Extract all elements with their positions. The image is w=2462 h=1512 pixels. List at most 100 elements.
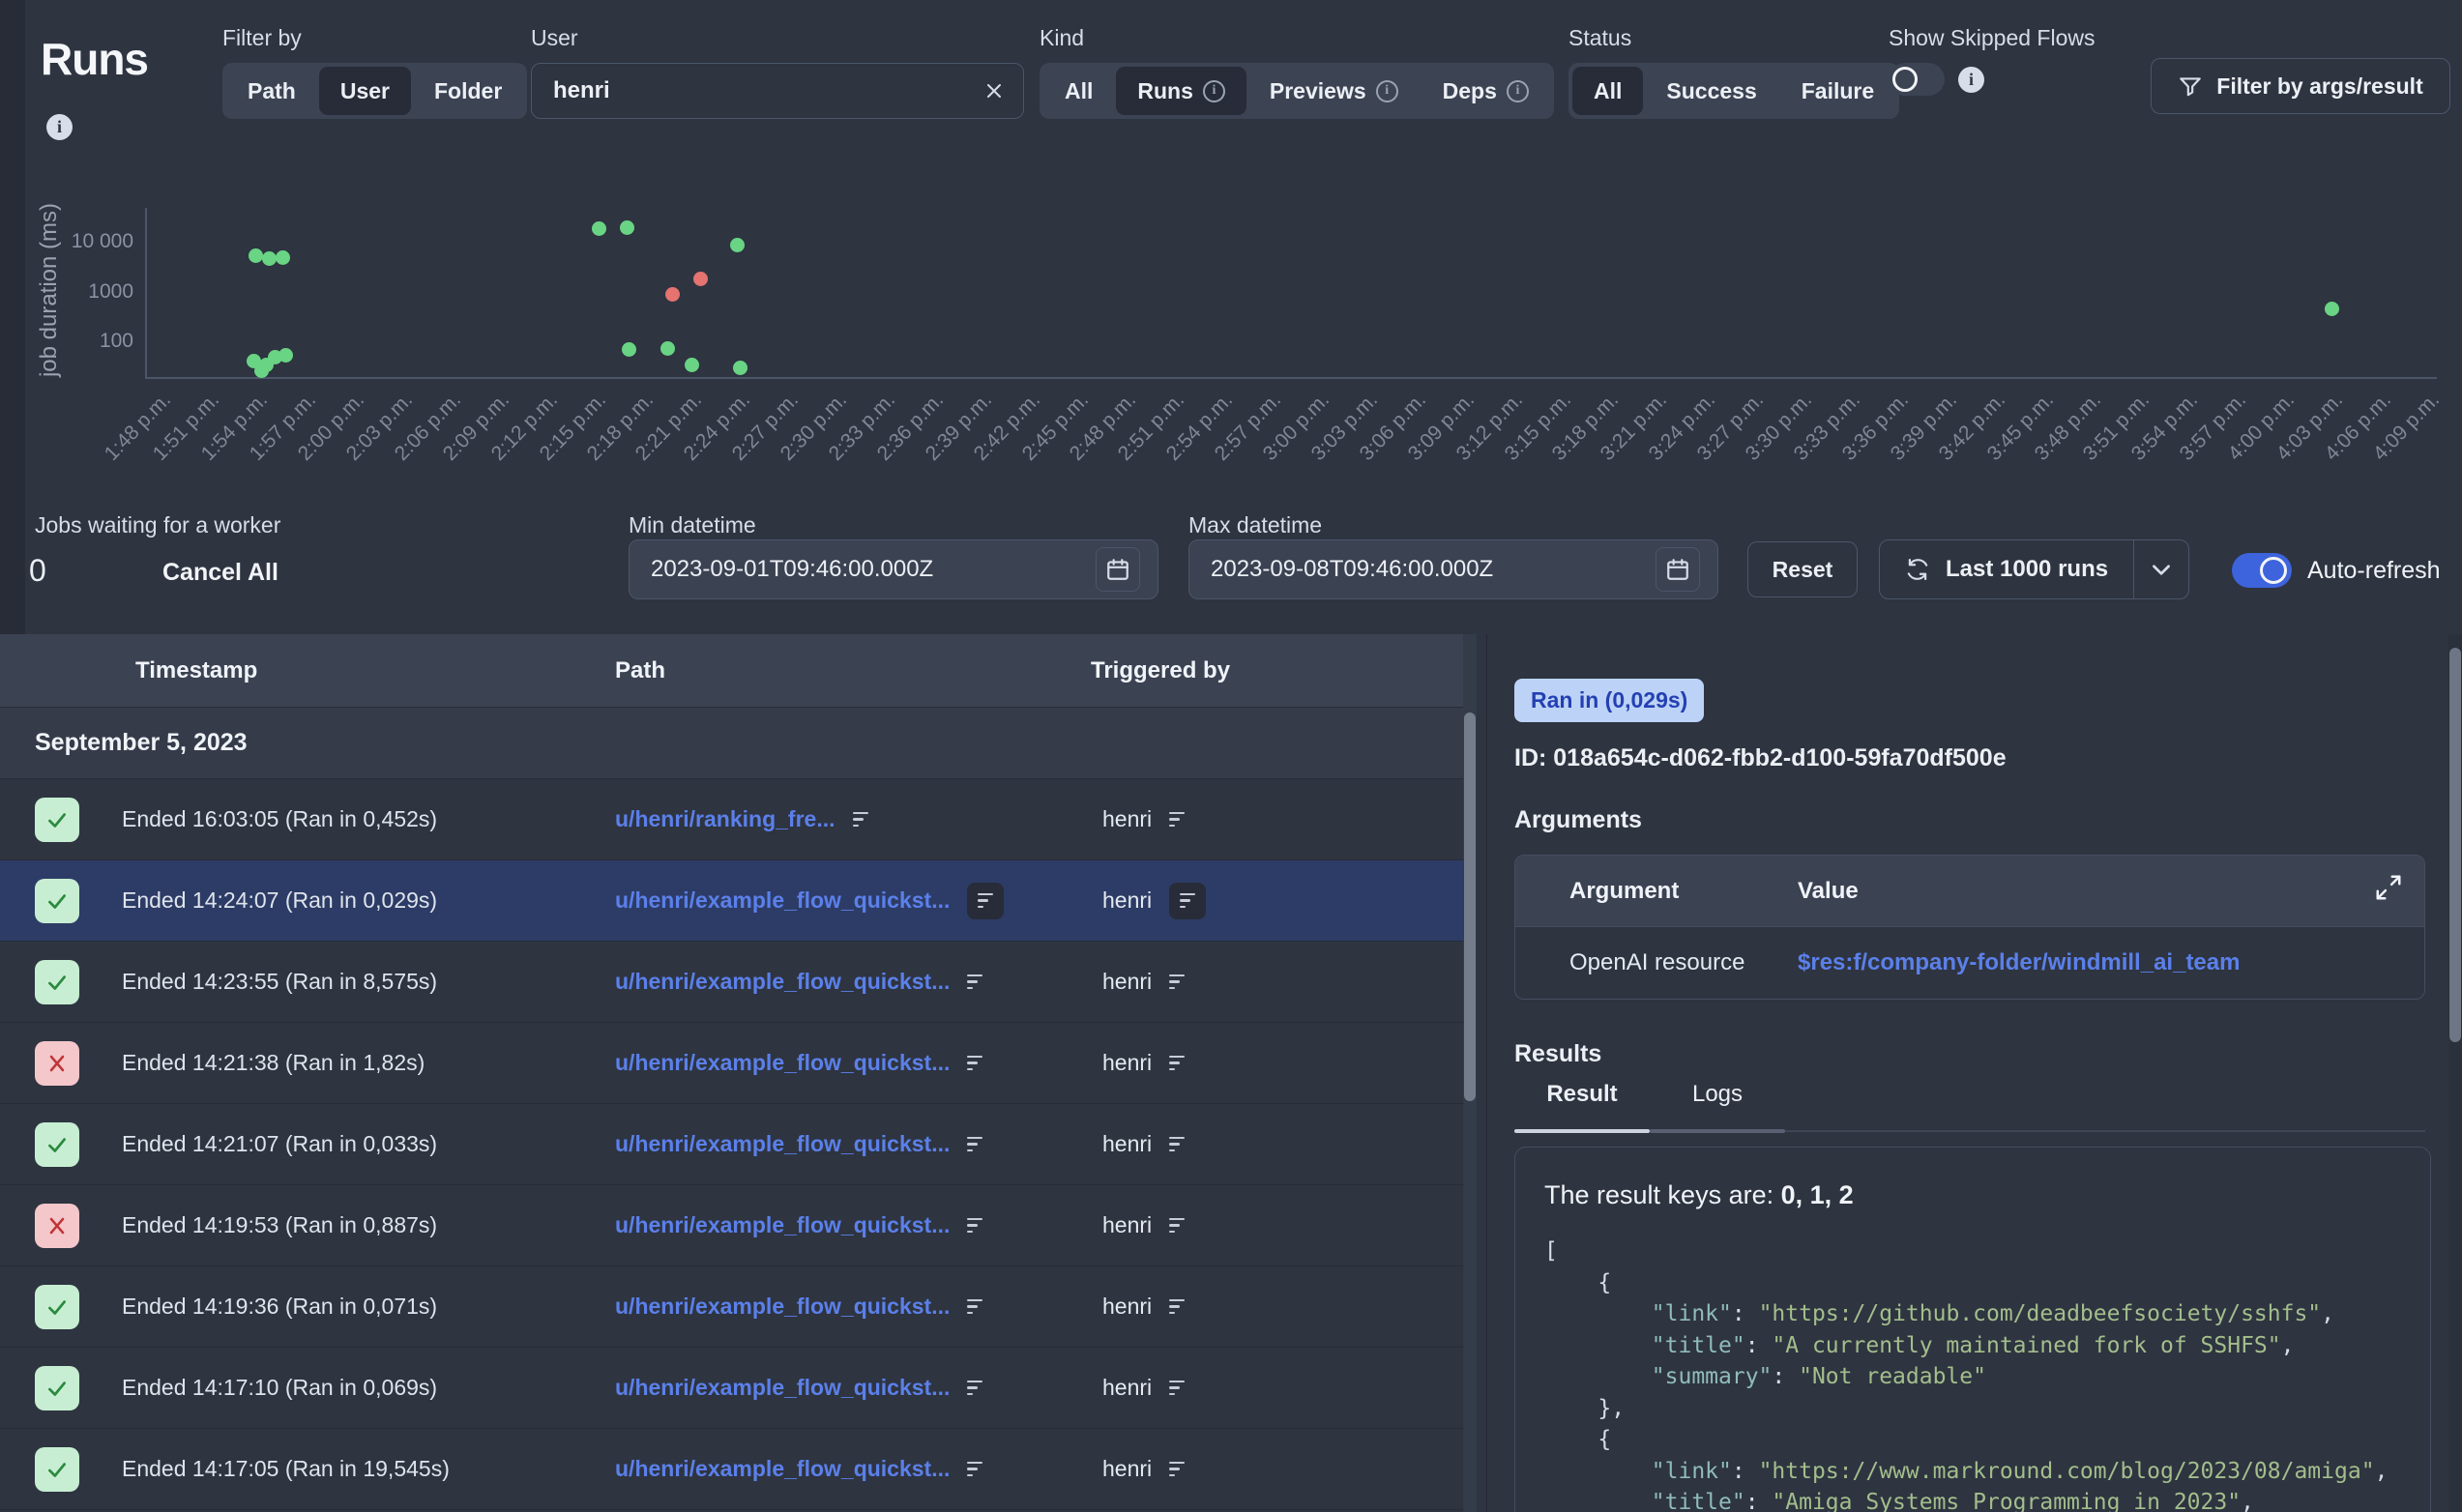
segment-folder[interactable]: Folder — [413, 67, 523, 115]
calendar-icon[interactable] — [1656, 547, 1700, 592]
triggered-by-cell: henri — [1102, 942, 1185, 1022]
segment-runs[interactable]: Runsi — [1116, 67, 1246, 115]
table-row[interactable]: Ended 16:03:05 (Ran in 0,452s)u/henri/ra… — [0, 779, 1463, 860]
reset-button[interactable]: Reset — [1747, 541, 1858, 597]
chart-point-success[interactable] — [685, 358, 699, 372]
runs-duration-chart[interactable]: job duration (ms) 10 0001000100 1:48 p.m… — [0, 184, 2462, 512]
clear-user-icon[interactable] — [982, 79, 1006, 102]
filter-by-this-icon[interactable] — [967, 974, 982, 990]
chart-point-success[interactable] — [660, 341, 675, 356]
triggered-by-user: henri — [1102, 1050, 1152, 1076]
user-input[interactable]: henri — [531, 63, 1024, 119]
tab-logs[interactable]: Logs — [1650, 1081, 1785, 1129]
tab-result[interactable]: Result — [1514, 1081, 1650, 1129]
segment-deps[interactable]: Depsi — [1422, 67, 1550, 115]
table-row[interactable]: Ended 14:21:38 (Ran in 1,82s) u/henri/exa… — [0, 1023, 1463, 1104]
json-line: "link": "https://www.markround.com/blog/… — [1544, 1456, 2401, 1488]
table-row[interactable]: Ended 14:21:07 (Ran in 0,033s) u/henri/ex… — [0, 1104, 1463, 1185]
status-segmented: AllSuccessFailure — [1568, 63, 1899, 119]
last-runs-button[interactable]: Last 1000 runs — [1880, 540, 2133, 598]
max-datetime-input[interactable]: 2023-09-08T09:46:00.000Z — [1188, 539, 1718, 599]
show-skipped-toggle[interactable] — [1889, 63, 1945, 96]
filter-by-this-icon[interactable] — [1169, 974, 1185, 990]
min-datetime-label: Min datetime — [629, 512, 756, 538]
chart-point-failure[interactable] — [693, 272, 708, 286]
chart-point-success[interactable] — [622, 342, 636, 357]
segment-failure[interactable]: Failure — [1780, 67, 1895, 115]
filter-by-this-icon[interactable] — [1169, 1218, 1185, 1234]
run-timestamp: Ended 14:21:38 (Ran in 1,82s) — [122, 1050, 425, 1076]
filter-by-this-icon[interactable] — [967, 1137, 982, 1152]
filter-by-this-icon[interactable] — [1169, 1056, 1185, 1071]
table-row[interactable]: Ended 14:17:05 (Ran in 19,545s)u/henri/e… — [0, 1429, 1463, 1510]
run-path-link[interactable]: u/henri/example_flow_quickst... — [615, 1131, 950, 1157]
chart-point-success[interactable] — [730, 238, 745, 252]
segment-path[interactable]: Path — [226, 67, 317, 115]
funnel-icon — [2178, 73, 2203, 99]
filter-by-this-icon[interactable] — [967, 1381, 982, 1396]
table-row[interactable]: Ended 14:24:07 (Ran in 0,029s)u/henri/ex… — [0, 860, 1463, 942]
runs-info-icon[interactable]: i — [46, 114, 73, 140]
run-path-link[interactable]: u/henri/example_flow_quickst... — [615, 969, 950, 995]
chart-point-success[interactable] — [733, 361, 747, 375]
success-check-icon — [35, 960, 79, 1004]
scrollbar-thumb[interactable] — [2449, 648, 2461, 1042]
run-path-link[interactable]: u/henri/ranking_fre... — [615, 806, 835, 832]
filter-by-this-icon[interactable] — [1169, 1299, 1185, 1315]
chart-point-failure[interactable] — [665, 287, 680, 302]
min-datetime-input[interactable]: 2023-09-01T09:46:00.000Z — [629, 539, 1158, 599]
table-row[interactable]: Ended 14:17:10 (Ran in 0,069s)u/henri/ex… — [0, 1348, 1463, 1429]
run-path-link[interactable]: u/henri/example_flow_quickst... — [615, 1456, 950, 1482]
cancel-all-button[interactable]: Cancel All — [162, 559, 278, 587]
filter-by-this-icon[interactable] — [967, 883, 1004, 919]
filter-by-this-icon[interactable] — [1169, 1381, 1185, 1396]
panel-scrollbar[interactable] — [2448, 634, 2462, 1512]
filter-by-this-icon[interactable] — [1169, 812, 1185, 828]
segment-previews[interactable]: Previewsi — [1248, 67, 1420, 115]
table-row[interactable]: Ended 14:19:53 (Ran in 0,887s)u/henri/ex… — [0, 1185, 1463, 1266]
table-row[interactable]: Ended 14:19:36 (Ran in 0,071s)u/henri/ex… — [0, 1266, 1463, 1348]
chevron-down-icon[interactable] — [2134, 540, 2188, 598]
expand-icon[interactable] — [2374, 873, 2403, 902]
run-path-link[interactable]: u/henri/example_flow_quickst... — [615, 887, 950, 914]
calendar-icon[interactable] — [1096, 547, 1140, 592]
filter-by-this-icon[interactable] — [1180, 893, 1195, 909]
run-path-cell: u/henri/example_flow_quickst... — [615, 1104, 982, 1184]
chart-point-success[interactable] — [620, 220, 634, 235]
run-timestamp: Ended 14:21:07 (Ran in 0,033s) — [122, 1131, 437, 1157]
run-path-link[interactable]: u/henri/example_flow_quickst... — [615, 1375, 950, 1401]
auto-refresh-toggle[interactable] — [2232, 553, 2292, 588]
show-skipped-info-icon[interactable]: i — [1958, 67, 1984, 93]
run-path-link[interactable]: u/henri/example_flow_quickst... — [615, 1294, 950, 1320]
chart-point-success[interactable] — [592, 221, 606, 236]
chart-point-success[interactable] — [278, 348, 293, 363]
segment-all[interactable]: All — [1572, 67, 1643, 115]
filter-by-this-icon[interactable] — [1169, 1462, 1185, 1477]
scrollbar-thumb[interactable] — [1464, 712, 1476, 1101]
resource-link[interactable]: $res:f/company-folder/windmill_ai_team — [1798, 949, 2240, 975]
segment-user[interactable]: User — [319, 67, 411, 115]
result-viewer[interactable]: The result keys are: 0, 1, 2 [ { "link":… — [1514, 1147, 2431, 1512]
segment-success[interactable]: Success — [1645, 67, 1777, 115]
filter-by-this-icon[interactable] — [1169, 883, 1206, 919]
triggered-by-user: henri — [1102, 1212, 1152, 1238]
run-path-link[interactable]: u/henri/example_flow_quickst... — [615, 1050, 950, 1076]
chart-point-success[interactable] — [2325, 302, 2339, 316]
filter-by-this-icon[interactable] — [967, 1299, 982, 1315]
chart-point-success[interactable] — [262, 251, 277, 266]
segment-all[interactable]: All — [1043, 67, 1114, 115]
filter-by-this-icon[interactable] — [967, 1056, 982, 1071]
filter-by-this-icon[interactable] — [967, 1462, 982, 1477]
filter-by-this-icon[interactable] — [978, 893, 993, 909]
chart-point-success[interactable] — [276, 250, 290, 265]
chart-point-success[interactable] — [249, 248, 263, 263]
filter-args-result-button[interactable]: Filter by args/result — [2151, 58, 2450, 114]
run-timestamp: Ended 14:23:55 (Ran in 8,575s) — [122, 969, 437, 995]
filter-by-this-icon[interactable] — [1169, 1137, 1185, 1152]
filter-by-this-icon[interactable] — [967, 1218, 982, 1234]
run-path-link[interactable]: u/henri/example_flow_quickst... — [615, 1212, 950, 1238]
json-line: "summary": "Not readable" — [1544, 1361, 2401, 1393]
filter-by-this-icon[interactable] — [853, 812, 868, 828]
table-scrollbar[interactable] — [1463, 634, 1477, 1512]
table-row[interactable]: Ended 14:23:55 (Ran in 8,575s) u/henri/ex… — [0, 942, 1463, 1023]
